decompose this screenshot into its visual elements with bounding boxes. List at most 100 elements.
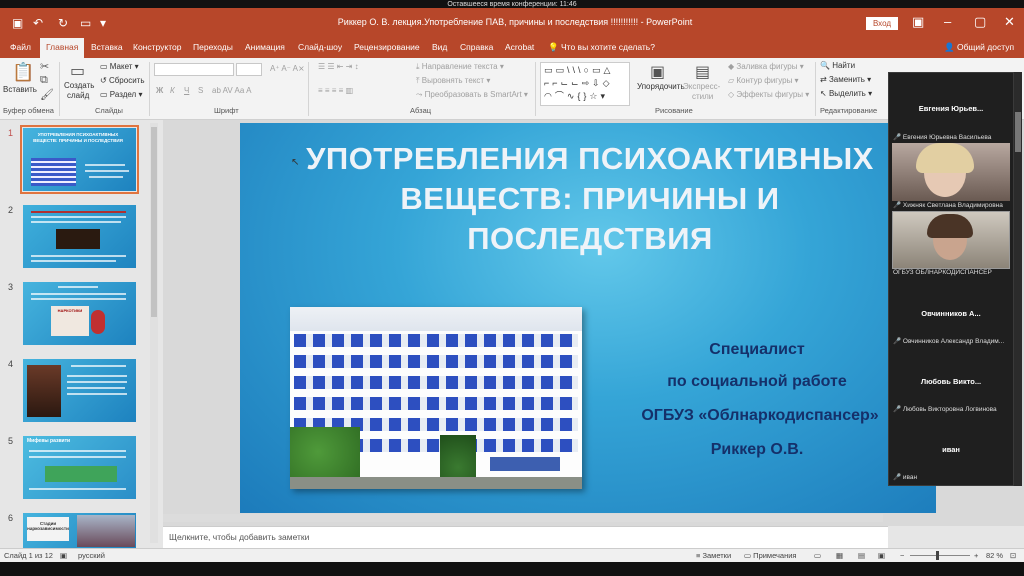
slide-title[interactable]: УПОТРЕБЛЕНИЯ ПСИХОАКТИВНЫХ ВЕЩЕСТВ: ПРИЧ… [300, 139, 880, 259]
shape-outline-button[interactable]: ▱ Контур фигуры ▾ [728, 76, 799, 85]
zoom-slider[interactable] [910, 555, 970, 556]
close-icon[interactable]: ✕ [1004, 14, 1015, 30]
list-icons[interactable]: ☰ ☰ ⇤ ⇥ ↕ [318, 62, 359, 71]
slide-thumbnail-2[interactable] [23, 205, 136, 268]
align-icons[interactable]: ≡ ≡ ≡ ≡ ▥ [318, 86, 353, 95]
grow-font-icon[interactable]: A⁺ A⁻ A⨯ [270, 64, 305, 73]
subtitle-line-3[interactable]: ОГБУЗ «Облнаркодиспансер» [580, 407, 936, 425]
undo-icon[interactable]: ↶ [33, 16, 43, 30]
slide-canvas[interactable]: УПОТРЕБЛЕНИЯ ПСИХОАКТИВНЫХ ВЕЩЕСТВ: ПРИЧ… [240, 123, 936, 513]
customize-icon[interactable]: ▾ [100, 16, 106, 30]
maximize-icon[interactable]: ▢ [974, 14, 986, 30]
tab-help[interactable]: Справка [460, 42, 493, 52]
tab-acrobat[interactable]: Acrobat [505, 42, 534, 52]
subtitle-line-2[interactable]: по социальной работе [592, 373, 922, 391]
shapes-gallery[interactable]: ▭▭\\\○▭△ ⌐⌐⌙⌙⇨⇩◇ ◠⌒∿{}☆▾ [540, 62, 630, 106]
notes-toggle[interactable]: ≡ Заметки [696, 551, 731, 560]
tab-slideshow[interactable]: Слайд-шоу [298, 42, 342, 52]
reset-button[interactable]: ↺ Сбросить [100, 76, 145, 85]
slide-thumbnail-1[interactable]: УПОТРЕБЛЕНИЯ ПСИХОАКТИВНЫХ ВЕЩЕСТВ: ПРИЧ… [20, 125, 139, 194]
tab-file[interactable]: Файл [10, 42, 31, 52]
arrange-button[interactable]: Упорядочить [637, 82, 685, 91]
ribbon-options-icon[interactable]: ▣ [912, 14, 924, 30]
login-button[interactable]: Вход [866, 17, 898, 30]
copy-icon[interactable]: ⧉ [40, 74, 48, 87]
shape-outline-label: Контур фигуры [736, 76, 793, 85]
tab-home[interactable]: Главная [40, 38, 85, 58]
spellcheck-icon[interactable]: ▣ [60, 551, 67, 560]
zoom-in-icon[interactable]: + [974, 551, 978, 560]
italic-button[interactable]: К [170, 86, 175, 95]
cut-icon[interactable]: ✂ [40, 60, 49, 73]
quick-styles-icon[interactable]: ▤ [695, 62, 710, 82]
text-direction-button[interactable]: ⤓ Направление текста ▾ [416, 62, 504, 72]
slide-thumbnail-6[interactable]: Стадии наркозависимости [23, 513, 136, 548]
status-bar: Слайд 1 из 12 ▣ русский ≡ Заметки ▭ Прим… [0, 548, 1024, 562]
font-name-combo[interactable] [154, 63, 234, 76]
subtitle-line-4[interactable]: Риккер О.В. [592, 441, 922, 459]
start-show-icon[interactable]: ▭ [80, 16, 91, 30]
participant-label-4[interactable]: 🎤 Овчинников Александр Владим... [893, 337, 1004, 345]
shadow-button[interactable]: S [198, 86, 203, 95]
arrange-icon[interactable]: ▣ [650, 62, 665, 82]
quick-styles-button[interactable]: Экспресс- [683, 82, 720, 91]
language-indicator[interactable]: русский [78, 551, 105, 560]
find-button[interactable]: 🔍 Найти [820, 61, 855, 70]
tab-animation[interactable]: Анимация [245, 42, 285, 52]
participant-label-2[interactable]: 🎤 Хижняк Светлана Владимировна [893, 201, 1003, 209]
subtitle-line-1[interactable]: Специалист [592, 341, 922, 359]
participant-label-5[interactable]: 🎤 Любовь Викторовна Логвинова [893, 405, 997, 413]
normal-view-icon[interactable]: ▭ [814, 551, 821, 560]
shape-effects-button[interactable]: ◇ Эффекты фигуры ▾ [728, 90, 809, 99]
minimize-icon[interactable]: – [944, 14, 951, 29]
smartart-button[interactable]: ⤳ Преобразовать в SmartArt ▾ [416, 90, 528, 100]
slide-thumbnail-3[interactable]: НАРКОТИКИ [23, 282, 136, 345]
redo-icon[interactable]: ↻ [58, 16, 68, 30]
tab-transitions[interactable]: Переходы [193, 42, 233, 52]
comments-toggle[interactable]: ▭ Примечания [744, 551, 796, 560]
paste-icon[interactable]: 📋 [12, 62, 34, 83]
scroll-thumb[interactable] [151, 127, 157, 317]
replace-button[interactable]: ⇄ Заменить ▾ [820, 75, 871, 84]
slide-thumbnail-5[interactable]: Мифевы развити [23, 436, 136, 499]
tab-design[interactable]: Конструктор [133, 42, 181, 52]
section-button[interactable]: ▭ Раздел ▾ [100, 90, 142, 99]
shape-fill-label: Заливка фигуры [736, 62, 798, 71]
reading-view-icon[interactable]: ▤ [858, 551, 865, 560]
bold-button[interactable]: Ж [156, 86, 163, 95]
participant-label-6[interactable]: 🎤 иван [893, 473, 917, 481]
participant-video-3[interactable] [892, 211, 1010, 269]
tab-insert[interactable]: Вставка [91, 42, 123, 52]
participants-scrollbar[interactable] [1014, 72, 1022, 486]
new-slide-icon[interactable]: ▭ [70, 61, 85, 81]
horizontal-scrollbar[interactable] [163, 514, 883, 522]
tab-view[interactable]: Вид [432, 42, 447, 52]
select-button[interactable]: ↖ Выделить ▾ [820, 89, 872, 98]
notes-pane[interactable]: Щелкните, чтобы добавить заметки [163, 526, 888, 548]
zoom-out-icon[interactable]: − [900, 551, 904, 560]
scroll-thumb[interactable] [1015, 112, 1021, 152]
font-size-combo[interactable] [236, 63, 262, 76]
sorter-view-icon[interactable]: ▦ [836, 551, 843, 560]
layout-button[interactable]: ▭ Макет ▾ [100, 62, 139, 71]
participant-label-1[interactable]: 🎤 Евгения Юрьевна Васильева [893, 133, 991, 141]
paste-button[interactable]: Вставить [3, 85, 37, 94]
spacing-icon[interactable]: ab AV Aa A [212, 86, 251, 95]
participant-label-3[interactable]: ОГБУЗ ОБЛНАРКОДИСПАНСЕР [893, 269, 992, 276]
slide-thumbnail-4[interactable] [23, 359, 136, 422]
zoom-slider-thumb[interactable] [936, 551, 939, 560]
format-painter-icon[interactable]: 🖌 [40, 88, 54, 101]
align-text-button[interactable]: ⤒ Выровнять текст ▾ [416, 76, 490, 86]
fit-slide-icon[interactable]: ⊡ [1010, 551, 1016, 560]
slideshow-view-icon[interactable]: ▣ [878, 551, 885, 560]
share-button[interactable]: 👤 Общий доступ [944, 42, 1014, 53]
save-icon[interactable]: ▣ [12, 16, 23, 30]
thumb-scrollbar[interactable] [150, 123, 158, 543]
participant-video-2[interactable] [892, 143, 1010, 201]
shape-fill-button[interactable]: ◆ Заливка фигуры ▾ [728, 62, 804, 71]
zoom-level[interactable]: 82 % [986, 551, 1003, 560]
underline-button[interactable]: Ч [184, 86, 189, 95]
tab-review[interactable]: Рецензирование [354, 42, 420, 52]
new-slide-button[interactable]: Создать [64, 81, 94, 90]
tell-me-box[interactable]: Что вы хотите сделать? [561, 42, 655, 52]
